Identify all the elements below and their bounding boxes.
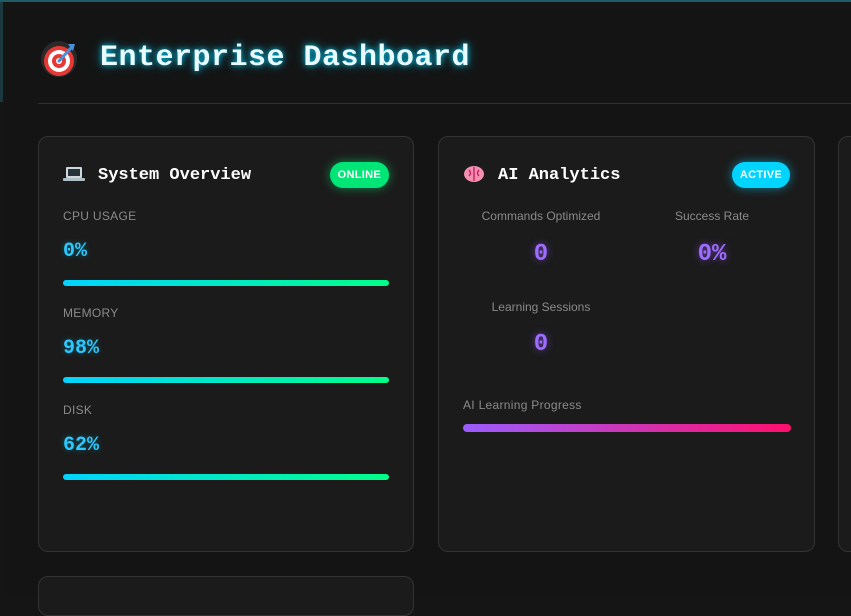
disk-label: DISK [63, 403, 93, 417]
system-overview-card: System Overview ONLINE CPU USAGE 0% MEMO… [38, 136, 414, 552]
page-title: Enterprise Dashboard [100, 41, 471, 75]
learning-sessions-label: Learning Sessions [491, 300, 591, 314]
card-header: AI Analytics ACTIVE [463, 161, 790, 191]
status-badge: ACTIVE [731, 162, 790, 188]
ai-learning-progress-bar [463, 424, 791, 432]
ai-learning-progress-label: AI Learning Progress [463, 398, 582, 412]
window-top-border [0, 0, 851, 2]
commands-optimized-value: 0 [533, 241, 549, 268]
window-left-border [0, 2, 3, 102]
cpu-usage-bar [63, 280, 389, 286]
memory-bar [63, 377, 389, 383]
partial-card-bottom [38, 576, 414, 616]
ai-analytics-card: AI Analytics ACTIVE Commands Optimized 0… [438, 136, 815, 552]
status-badge: ONLINE [329, 162, 389, 188]
laptop-icon [63, 167, 85, 181]
learning-sessions-value: 0 [533, 331, 549, 358]
memory-label: MEMORY [63, 306, 119, 320]
dashboard-header: Enterprise Dashboard [38, 38, 851, 104]
commands-optimized-label: Commands Optimized [481, 209, 601, 223]
card-header: System Overview ONLINE [63, 161, 389, 191]
target-icon [41, 41, 77, 77]
memory-value: 98% [63, 337, 100, 360]
cpu-usage-label: CPU USAGE [63, 209, 137, 223]
card-title: AI Analytics [498, 166, 621, 185]
success-rate-value: 0% [697, 241, 727, 268]
card-title: System Overview [98, 166, 252, 185]
disk-value: 62% [63, 434, 100, 457]
cpu-usage-value: 0% [63, 240, 88, 263]
success-rate-label: Success Rate [674, 209, 750, 223]
disk-bar [63, 474, 389, 480]
brain-icon [464, 166, 484, 182]
partial-card-right [838, 136, 851, 552]
